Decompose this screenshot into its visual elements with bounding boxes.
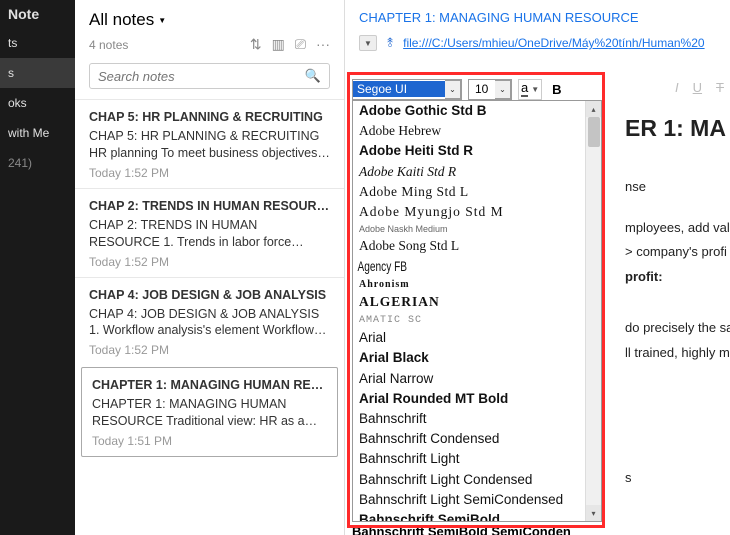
font-option[interactable]: Bahnschrift	[353, 409, 601, 429]
editor-pane: CHAPTER 1: MANAGING HUMAN RESOURCE ▼ ⥉ f…	[345, 0, 730, 535]
nav-item-shortcuts[interactable]: ts	[0, 28, 75, 58]
note-time: Today 1:52 PM	[89, 166, 330, 180]
nav-item-shared[interactable]: with Me	[0, 118, 75, 148]
nav-item-notebooks[interactable]: oks	[0, 88, 75, 118]
nav-item-notes[interactable]: s	[0, 58, 75, 88]
font-option[interactable]: ALGERIAN	[353, 292, 601, 312]
font-family-value: Segoe UI	[353, 81, 445, 97]
note-preview: CHAP 2: TRENDS IN HUMAN RESOURCE 1. Tren…	[89, 217, 330, 251]
nav-tag-count: 241)	[0, 148, 75, 178]
font-option[interactable]: Adobe Myungjo Std M	[353, 202, 601, 222]
attachment-dropdown-icon[interactable]: ▼	[359, 35, 377, 51]
scroll-down-icon[interactable]: ▾	[586, 505, 601, 521]
font-dropdown[interactable]: Adobe Gothic Std BAdobe HebrewAdobe Heit…	[352, 100, 602, 522]
font-option[interactable]: Ahronism	[353, 277, 601, 293]
doc-text: do precisely the sa	[625, 318, 730, 339]
nav-sidebar: Note ts s oks with Me 241)	[0, 0, 75, 535]
text-color-glyph: a	[521, 81, 528, 97]
notes-title[interactable]: All notes	[89, 10, 154, 30]
note-preview: CHAP 4: JOB DESIGN & JOB ANALYSIS 1. Wor…	[89, 306, 330, 340]
notes-column: All notes ▼ 4 notes ⇅ ▥ ⎚ ··· 🔍 CHAP 5: …	[75, 0, 345, 535]
font-option[interactable]: Arial	[353, 328, 601, 348]
doc-text: s	[625, 468, 730, 489]
note-item[interactable]: CHAP 5: HR PLANNING & RECRUITING CHAP 5: …	[75, 99, 344, 188]
search-icon[interactable]: 🔍	[305, 68, 321, 84]
note-item[interactable]: CHAP 2: TRENDS IN HUMAN RESOUR… CHAP 2: T…	[75, 188, 344, 277]
font-option[interactable]: AMATIC SC	[353, 313, 601, 329]
font-size-value: 10	[469, 82, 495, 96]
font-option[interactable]: Bahnschrift SemiBold	[353, 510, 601, 521]
doc-heading: ER 1: MA	[625, 110, 730, 147]
scroll-up-icon[interactable]: ▴	[586, 101, 601, 117]
note-time: Today 1:51 PM	[92, 434, 327, 448]
doc-title: CHAPTER 1: MANAGING HUMAN RESOURCE	[345, 0, 730, 35]
font-option[interactable]: Arial Narrow	[353, 369, 601, 389]
doc-text-bold: profit:	[625, 267, 730, 288]
text-color-button[interactable]: a ▼	[518, 79, 542, 100]
nav-header: Note	[0, 2, 75, 28]
attachment-row: ▼ ⥉ file:///C:/Users/mhieu/OneDrive/Máy%…	[345, 35, 730, 61]
bold-button[interactable]: B	[548, 82, 565, 97]
doc-text: nse	[625, 177, 730, 198]
note-item[interactable]: CHAP 4: JOB DESIGN & JOB ANALYSIS CHAP 4:…	[75, 277, 344, 366]
chevron-down-icon[interactable]: ⌄	[445, 80, 461, 99]
note-title: CHAP 4: JOB DESIGN & JOB ANALYSIS	[89, 288, 330, 302]
search-input[interactable]	[98, 69, 305, 84]
note-item[interactable]: CHAPTER 1: MANAGING HUMAN RE… CHAPTER 1: …	[81, 367, 338, 457]
note-title: CHAP 5: HR PLANNING & RECRUITING	[89, 110, 330, 124]
doc-text: ll trained, highly m	[625, 343, 730, 364]
sort-icon[interactable]: ⇅	[250, 36, 262, 53]
caret-down-icon[interactable]: ▼	[158, 16, 166, 25]
note-preview: CHAPTER 1: MANAGING HUMAN RESOURCE Tradi…	[92, 396, 327, 430]
font-option[interactable]: Agency FB	[353, 257, 539, 277]
chevron-down-icon[interactable]: ⌄	[495, 80, 511, 99]
scrollbar[interactable]: ▴ ▾	[585, 101, 601, 521]
note-preview: CHAP 5: HR PLANNING & RECRUITING HR plan…	[89, 128, 330, 162]
note-title: CHAPTER 1: MANAGING HUMAN RE…	[92, 378, 327, 392]
italic-button[interactable]: I	[675, 80, 679, 95]
strike-button[interactable]: T	[716, 80, 724, 95]
format-toolbar: Segoe UI ⌄ 10 ⌄ a ▼ B	[352, 78, 566, 100]
font-option[interactable]: Adobe Heiti Std R	[353, 141, 601, 161]
chevron-down-icon[interactable]: ▼	[529, 85, 539, 94]
scroll-thumb[interactable]	[588, 117, 600, 147]
font-option[interactable]: Adobe Hebrew	[353, 121, 601, 141]
font-option[interactable]: Arial Black	[353, 348, 601, 368]
document-body[interactable]: ER 1: MA nse mployees, add value > compa…	[625, 110, 730, 492]
font-family-select[interactable]: Segoe UI ⌄	[352, 79, 462, 100]
font-option[interactable]: Bahnschrift Light	[353, 449, 601, 469]
font-option[interactable]: Adobe Gothic Std B	[353, 101, 601, 121]
notes-count: 4 notes	[89, 38, 128, 52]
font-option[interactable]: Arial Rounded MT Bold	[353, 389, 601, 409]
font-option[interactable]: Bahnschrift Light Condensed	[353, 470, 601, 490]
filter-icon[interactable]: ⎚	[295, 36, 306, 53]
link-icon[interactable]: ⥉	[387, 35, 393, 51]
doc-text: mployees, add value	[625, 218, 730, 239]
font-option[interactable]: Adobe Naskh Medium	[353, 222, 601, 236]
more-icon[interactable]: ···	[316, 36, 330, 53]
font-size-select[interactable]: 10 ⌄	[468, 79, 512, 100]
search-box[interactable]: 🔍	[89, 63, 330, 89]
note-time: Today 1:52 PM	[89, 343, 330, 357]
font-option[interactable]: Adobe Ming Std L	[353, 182, 601, 202]
font-option[interactable]: Adobe Song Std L	[353, 236, 601, 256]
font-option[interactable]: Bahnschrift Light SemiCondensed	[353, 490, 601, 510]
font-option[interactable]: Bahnschrift Condensed	[353, 429, 601, 449]
note-title: CHAP 2: TRENDS IN HUMAN RESOUR…	[89, 199, 330, 213]
note-time: Today 1:52 PM	[89, 255, 330, 269]
font-option[interactable]: Adobe Kaiti Std R	[353, 162, 601, 182]
format-extra: I U T	[675, 80, 724, 95]
view-icon[interactable]: ▥	[272, 36, 285, 53]
attachment-link[interactable]: file:///C:/Users/mhieu/OneDrive/Máy%20tí…	[403, 36, 720, 50]
underline-button[interactable]: U	[693, 80, 702, 95]
doc-text: > company's profi	[625, 242, 730, 263]
